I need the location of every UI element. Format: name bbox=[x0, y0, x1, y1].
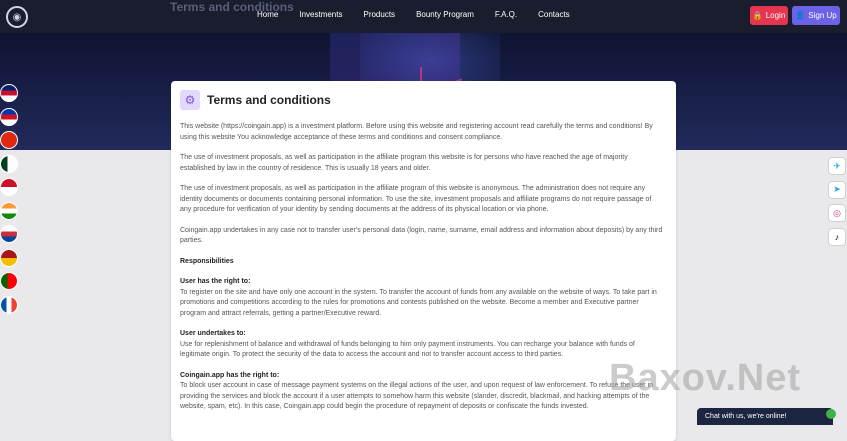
portugal-flag-icon[interactable] bbox=[0, 272, 18, 290]
terms-paragraph: To register on the site and have only on… bbox=[180, 288, 657, 317]
login-label: Login bbox=[765, 11, 786, 20]
section-heading-coingain-right: Coingain.app has the right to: bbox=[180, 371, 280, 379]
nav-contacts[interactable]: Contacts bbox=[538, 10, 570, 19]
top-navbar: ◉ Terms and conditions Home Investments … bbox=[0, 0, 847, 33]
login-button[interactable]: 🔒 Login bbox=[750, 6, 788, 25]
watermark: Baxov.Net bbox=[609, 357, 802, 399]
user-plus-icon: 👤 bbox=[795, 11, 806, 20]
messenger-icon[interactable]: ✈ bbox=[828, 157, 846, 175]
document-gear-icon: ⚙ bbox=[180, 90, 200, 110]
card-title: Terms and conditions bbox=[207, 93, 331, 107]
chat-label: Chat with us, we're online! bbox=[705, 413, 787, 420]
philippines-flag-icon[interactable] bbox=[0, 107, 18, 126]
terms-card: ⚙ Terms and conditions This website (htt… bbox=[171, 81, 676, 441]
instagram-icon[interactable]: ◎ bbox=[828, 204, 846, 222]
uk-flag-icon[interactable] bbox=[0, 84, 18, 102]
nav-investments[interactable]: Investments bbox=[299, 10, 342, 19]
china-flag-icon[interactable] bbox=[0, 131, 18, 149]
section-heading-user-undertakes: User undertakes to: bbox=[180, 330, 246, 337]
nav-home[interactable]: Home bbox=[257, 10, 278, 19]
language-switcher bbox=[0, 84, 18, 319]
chat-status-icon bbox=[826, 409, 836, 419]
tiktok-icon[interactable]: ♪ bbox=[828, 227, 846, 246]
terms-paragraph: The use of investment proposals, as well… bbox=[180, 185, 652, 213]
telegram-icon[interactable]: ➤ bbox=[828, 180, 846, 199]
section-heading-responsibilities: Responsibilities bbox=[180, 257, 234, 265]
pakistan-flag-icon[interactable] bbox=[0, 154, 18, 173]
nav-products[interactable]: Products bbox=[363, 10, 395, 19]
chat-widget[interactable]: Chat with us, we're online! bbox=[697, 408, 833, 425]
indonesia-flag-icon[interactable] bbox=[0, 178, 18, 196]
login-icon: 🔒 bbox=[752, 11, 763, 20]
terms-paragraph: Coingain.app undertakes in any case not … bbox=[180, 226, 663, 245]
france-flag-icon[interactable] bbox=[0, 295, 18, 314]
site-logo-icon[interactable]: ◉ bbox=[6, 6, 28, 28]
signup-label: Sign Up bbox=[808, 11, 837, 20]
card-header: ⚙ Terms and conditions bbox=[180, 90, 331, 110]
signup-button[interactable]: 👤 Sign Up bbox=[792, 6, 840, 25]
section-heading-user-right: User has the right to: bbox=[180, 278, 251, 285]
terms-content: This website (https://coingain.app) is a… bbox=[180, 122, 664, 423]
social-links: ✈ ➤ ◎ ♪ bbox=[828, 157, 846, 251]
nav-faq[interactable]: F.A.Q. bbox=[495, 10, 517, 19]
main-nav: Home Investments Products Bounty Program… bbox=[257, 10, 591, 19]
terms-paragraph: Use for replenishment of balance and wit… bbox=[180, 340, 635, 359]
nav-bounty-program[interactable]: Bounty Program bbox=[416, 10, 474, 19]
terms-paragraph: This website (https://coingain.app) is a… bbox=[180, 123, 653, 141]
terms-paragraph: The use of investment proposals, as well… bbox=[180, 154, 628, 172]
terms-paragraph: To block user account in case of message… bbox=[180, 382, 654, 410]
korea-flag-icon[interactable] bbox=[0, 225, 18, 243]
india-flag-icon[interactable] bbox=[0, 201, 18, 220]
spain-flag-icon[interactable] bbox=[0, 248, 18, 267]
